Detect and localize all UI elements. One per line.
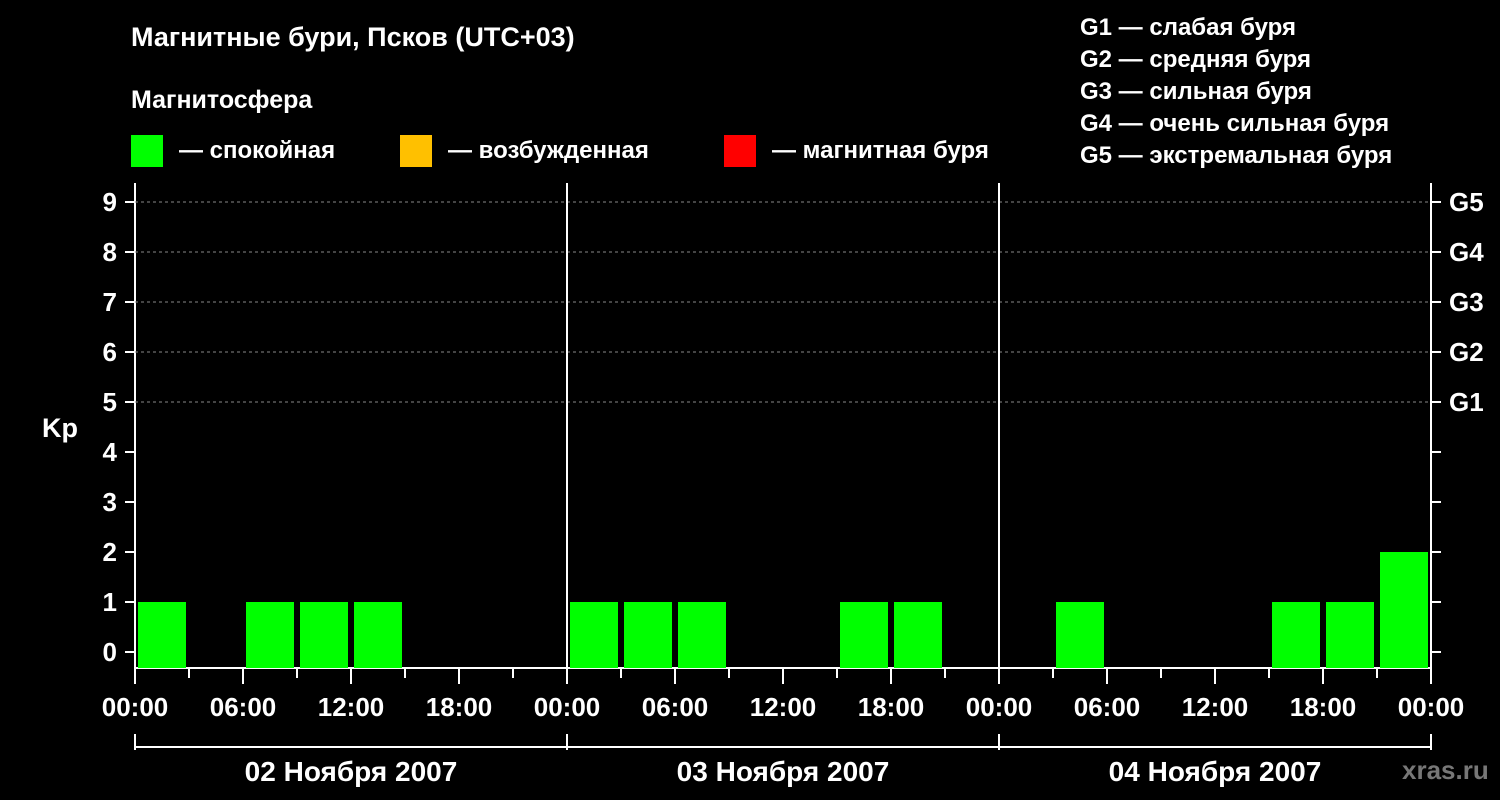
x-tick-label: 18:00 xyxy=(1290,692,1357,722)
bar-kp xyxy=(894,602,942,668)
bar-kp xyxy=(354,602,402,668)
y-tick-label: 3 xyxy=(103,487,117,517)
x-tick-label: 18:00 xyxy=(858,692,925,722)
bar-kp xyxy=(246,602,294,668)
x-tick-label: 18:00 xyxy=(426,692,493,722)
right-axis-label-g1: G1 xyxy=(1449,387,1484,417)
bar-kp xyxy=(678,602,726,668)
bar-kp xyxy=(1326,602,1374,668)
x-tick-label: 00:00 xyxy=(1398,692,1465,722)
watermark: xras.ru xyxy=(1402,755,1489,785)
y-tick-label: 9 xyxy=(103,187,117,217)
y-tick-label: 8 xyxy=(103,237,117,267)
bar-kp xyxy=(1272,602,1320,668)
right-axis-label-g4: G4 xyxy=(1449,237,1484,267)
right-axis-label-g5: G5 xyxy=(1449,187,1484,217)
x-tick-label: 06:00 xyxy=(1074,692,1141,722)
x-tick-label: 12:00 xyxy=(1182,692,1249,722)
y-tick-label: 6 xyxy=(103,337,117,367)
x-tick-label: 06:00 xyxy=(642,692,709,722)
y-tick-label: 4 xyxy=(103,437,118,467)
y-axis-label: Kp xyxy=(42,413,78,443)
bar-kp xyxy=(300,602,348,668)
x-tick-label: 06:00 xyxy=(210,692,277,722)
day-label: 02 Ноября 2007 xyxy=(245,756,458,787)
day-label: 04 Ноября 2007 xyxy=(1109,756,1322,787)
x-tick-label: 12:00 xyxy=(750,692,817,722)
y-tick-label: 2 xyxy=(103,537,117,567)
x-tick-label: 00:00 xyxy=(966,692,1033,722)
y-tick-label: 5 xyxy=(103,387,117,417)
bar-kp xyxy=(624,602,672,668)
x-tick-label: 00:00 xyxy=(102,692,169,722)
right-axis-label-g3: G3 xyxy=(1449,287,1484,317)
bar-kp xyxy=(570,602,618,668)
bar-kp xyxy=(138,602,186,668)
kp-chart: 0 1 2 3 4 5 6 7 8 9 Kp G1 G2 G3 G4 G5 00:00 06:00 12:00 18:… xyxy=(42,183,1484,787)
bar-kp xyxy=(1380,552,1428,668)
x-tick-label: 12:00 xyxy=(318,692,385,722)
bar-kp xyxy=(1056,602,1104,668)
y-tick-label: 1 xyxy=(103,587,117,617)
day-label: 03 Ноября 2007 xyxy=(677,756,890,787)
y-tick-label: 0 xyxy=(103,637,117,667)
bar-kp xyxy=(840,602,888,668)
x-tick-label: 00:00 xyxy=(534,692,601,722)
y-tick-label: 7 xyxy=(103,287,117,317)
right-axis-label-g2: G2 xyxy=(1449,337,1484,367)
